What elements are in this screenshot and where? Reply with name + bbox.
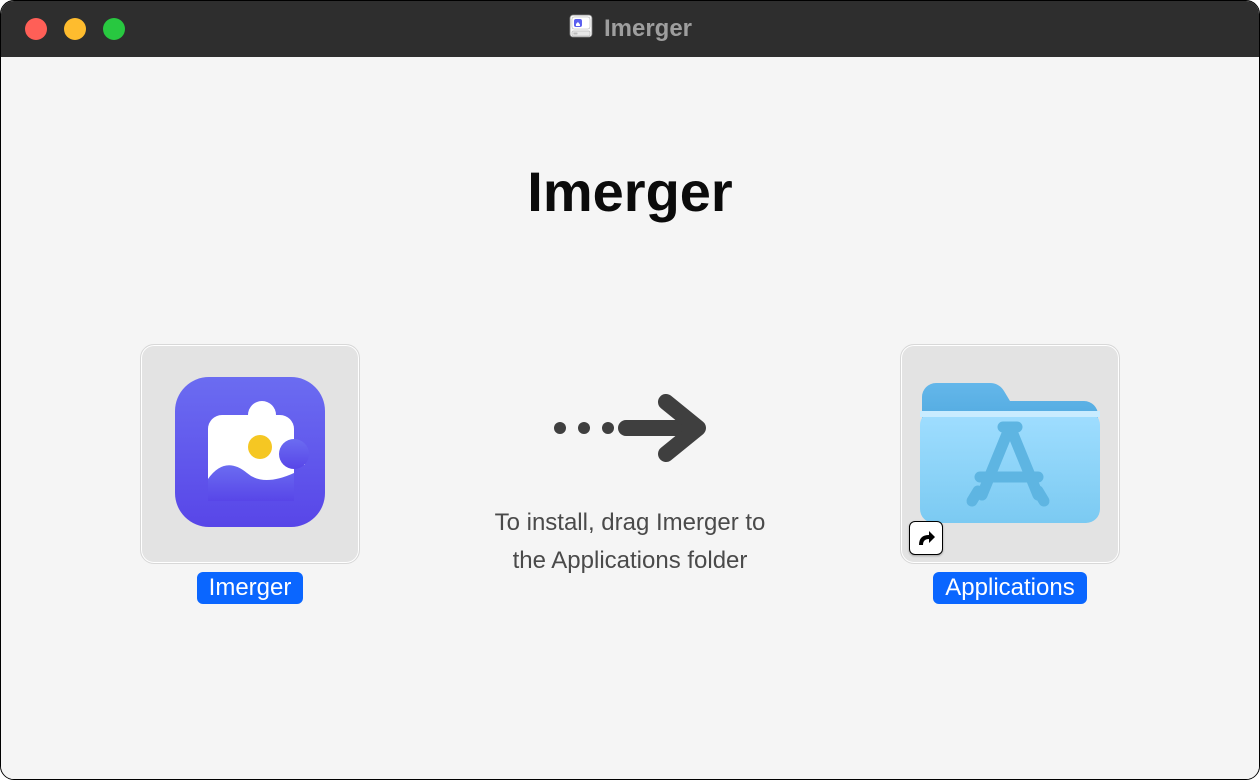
zoom-button[interactable] xyxy=(103,18,125,40)
content-area: Imerger xyxy=(1,57,1259,779)
installer-row: Imerger To install, drag Imerger to the … xyxy=(1,344,1259,604)
installer-window: Imerger Imerger xyxy=(0,0,1260,780)
close-button[interactable] xyxy=(25,18,47,40)
imerger-app-icon xyxy=(175,377,325,532)
window-title-group: Imerger xyxy=(568,13,692,46)
destination-label: Applications xyxy=(933,572,1086,604)
app-label: Imerger xyxy=(197,572,304,604)
disk-image-icon xyxy=(568,13,594,46)
page-title: Imerger xyxy=(1,159,1259,224)
applications-folder-icon xyxy=(910,367,1110,542)
alias-arrow-icon xyxy=(909,521,943,555)
instruction-text: To install, drag Imerger to the Applicat… xyxy=(480,504,780,581)
app-item: Imerger xyxy=(140,344,360,604)
center-column: To install, drag Imerger to the Applicat… xyxy=(480,344,780,581)
titlebar: Imerger xyxy=(1,1,1259,57)
window-title: Imerger xyxy=(604,15,692,43)
applications-folder-tile[interactable] xyxy=(900,344,1120,564)
minimize-button[interactable] xyxy=(64,18,86,40)
destination-item: Applications xyxy=(900,344,1120,604)
window-controls xyxy=(1,18,125,40)
drag-arrow xyxy=(550,388,710,468)
app-icon-tile[interactable] xyxy=(140,344,360,564)
